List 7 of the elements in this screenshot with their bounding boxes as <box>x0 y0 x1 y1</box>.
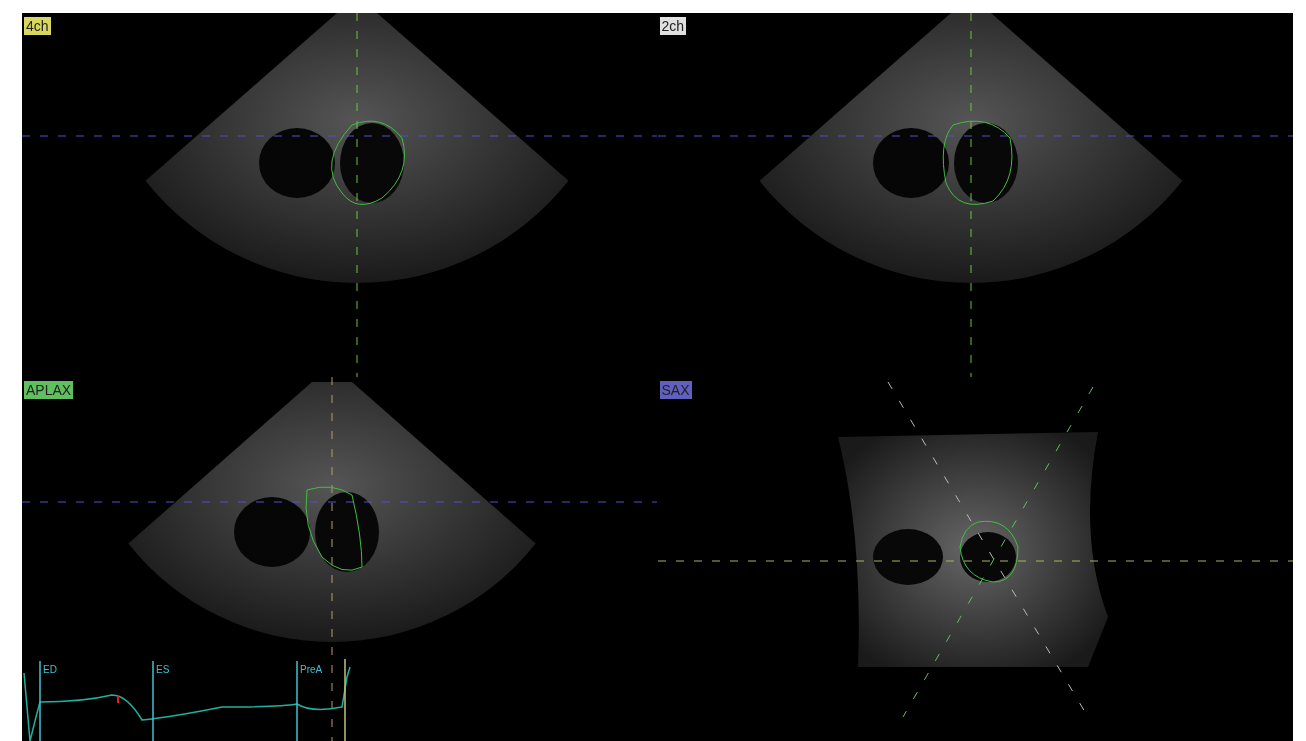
contour-outline <box>959 520 1018 583</box>
ecg-marker-label: ES <box>156 664 170 676</box>
view-label[interactable]: 2ch <box>659 17 687 35</box>
ecg-marker-label: ED <box>43 664 57 676</box>
ecg-marker-label: PreA <box>300 664 323 676</box>
view-label[interactable]: 4ch <box>24 17 51 35</box>
view-label[interactable]: APLAX <box>24 381 74 399</box>
